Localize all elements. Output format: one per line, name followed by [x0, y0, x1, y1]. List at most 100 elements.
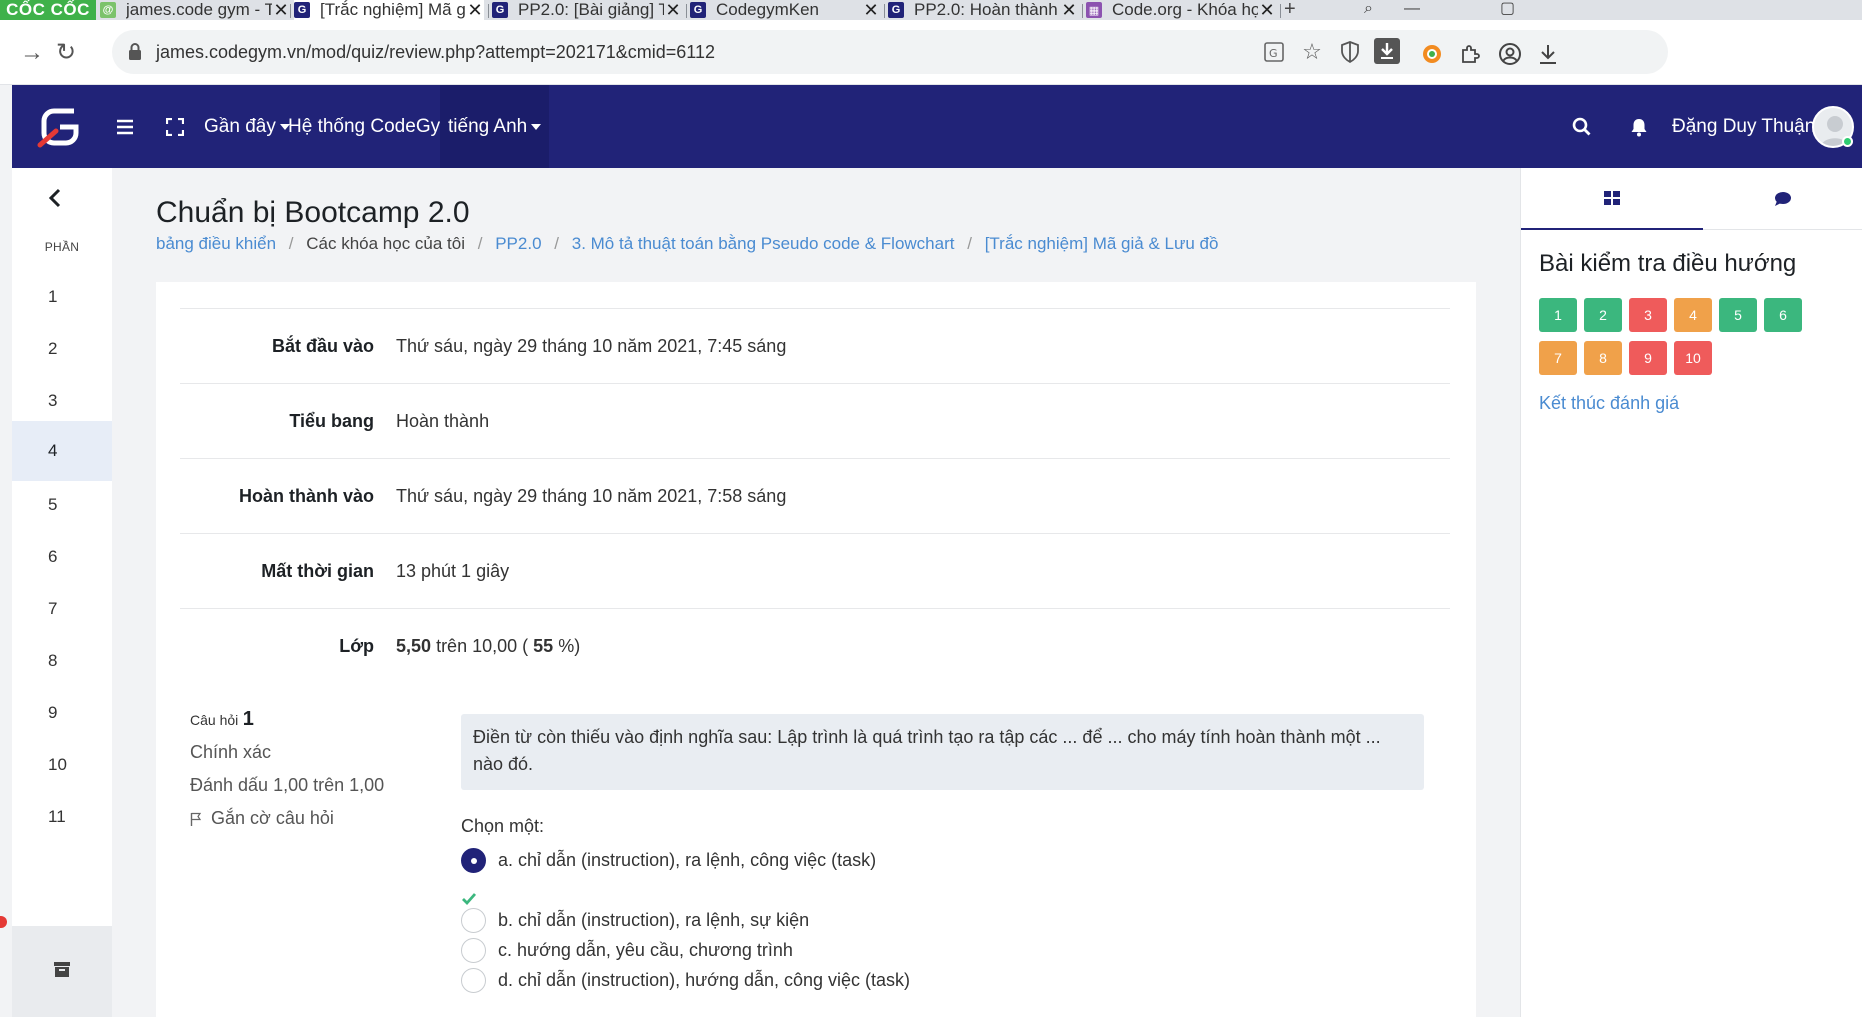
codegym-logo[interactable] — [34, 101, 86, 153]
browser-tab-3[interactable]: G PP2.0: [Bài giảng] Th ✕ — [492, 0, 682, 20]
browser-tab-4[interactable]: G CodegymKen ✕ — [690, 0, 880, 20]
browser-tab-5[interactable]: G PP2.0: Hoàn thành k ✕ — [888, 0, 1078, 20]
archive-icon — [54, 962, 70, 977]
summary-label: Mất thời gian — [261, 561, 374, 581]
section-link-9[interactable]: 9 — [12, 683, 112, 743]
browser-toolbar: → ↻ james.codegym.vn/mod/quiz/review.php… — [0, 20, 1862, 85]
answer-option-b[interactable]: b. chỉ dẫn (instruction), ra lệnh, sự ki… — [461, 906, 809, 934]
grade-out-of: trên 10,00 ( — [436, 636, 529, 656]
quiz-nav-button-6[interactable]: 6 — [1764, 298, 1802, 332]
bell-icon[interactable] — [1630, 85, 1648, 168]
flag-question-link[interactable]: Gắn cờ câu hỏi — [190, 802, 410, 835]
quiz-nav-button-1[interactable]: 1 — [1539, 298, 1577, 332]
finish-review-link[interactable]: Kết thúc đánh giá — [1539, 393, 1679, 414]
quiz-nav-button-5[interactable]: 5 — [1719, 298, 1757, 332]
quiz-review-card: Bắt đầu vào Thứ sáu, ngày 29 tháng 10 nă… — [156, 282, 1476, 1017]
section-link-1[interactable]: 1 — [12, 267, 112, 327]
page-title: Chuẩn bị Bootcamp 2.0 — [156, 196, 470, 229]
summary-row-started: Bắt đầu vào Thứ sáu, ngày 29 tháng 10 nă… — [180, 308, 1450, 383]
summary-label: Lớp — [339, 636, 374, 656]
tab-messages[interactable] — [1703, 168, 1862, 230]
shield-icon[interactable] — [1338, 40, 1362, 64]
answer-option-c[interactable]: c. hướng dẫn, yêu cầu, chương trình — [461, 936, 793, 964]
summary-row-grade: Lớp 5,50 trên 10,00 ( 55 %) — [180, 608, 1450, 683]
breadcrumb-my-courses: Các khóa học của tôi — [306, 234, 466, 253]
reload-icon[interactable]: ↻ — [56, 40, 76, 66]
new-tab-icon[interactable]: + — [1284, 0, 1296, 19]
breadcrumb-separator: / — [967, 234, 972, 253]
answer-radio[interactable] — [461, 937, 486, 963]
quiz-nav-button-10[interactable]: 10 — [1674, 341, 1712, 375]
block-drawer: Bài kiểm tra điều hướng 1 2 3 4 5 6 7 8 … — [1520, 168, 1862, 1017]
section-link-6[interactable]: 6 — [12, 527, 112, 587]
breadcrumb-section[interactable]: 3. Mô tả thuật toán bằng Pseudo code & F… — [572, 234, 955, 253]
section-link-4[interactable]: 4 — [12, 421, 112, 481]
hamburger-icon[interactable] — [116, 85, 134, 168]
answer-option-d[interactable]: d. chỉ dẫn (instruction), hướng dẫn, côn… — [461, 966, 910, 994]
spiral-favicon-icon: @ — [100, 2, 116, 18]
summary-value: Thứ sáu, ngày 29 tháng 10 năm 2021, 7:58… — [396, 486, 787, 506]
quiz-nav-button-9[interactable]: 9 — [1629, 341, 1667, 375]
archive-button[interactable] — [12, 926, 112, 1017]
downloads-icon[interactable] — [1536, 42, 1560, 66]
question-heading: Câu hỏi — [190, 712, 239, 728]
tab-blocks[interactable] — [1521, 168, 1703, 230]
question-text: Điền từ còn thiếu vào định nghĩa sau: Lậ… — [461, 714, 1424, 790]
chat-icon — [1775, 191, 1791, 206]
section-link-7[interactable]: 7 — [12, 579, 112, 639]
tab-separator — [1280, 4, 1281, 18]
breadcrumb-course[interactable]: PP2.0 — [495, 234, 541, 253]
breadcrumb-separator: / — [554, 234, 559, 253]
close-tab-icon[interactable]: ✕ — [1060, 0, 1078, 20]
quiz-nav-button-7[interactable]: 7 — [1539, 341, 1577, 375]
tab-separator — [488, 4, 489, 18]
recent-menu[interactable]: Gần đây — [204, 85, 290, 168]
breadcrumb-separator: / — [477, 234, 483, 253]
user-name[interactable]: Đặng Duy Thuận — [1672, 85, 1815, 168]
quiz-nav-button-2[interactable]: 2 — [1584, 298, 1622, 332]
close-tab-icon[interactable]: ✕ — [862, 0, 880, 20]
chevron-left-icon[interactable] — [48, 188, 62, 208]
answer-radio[interactable] — [461, 967, 486, 993]
search-icon[interactable] — [1572, 85, 1591, 168]
extensions-puzzle-icon[interactable] — [1458, 42, 1482, 66]
profile-icon[interactable] — [1498, 42, 1522, 66]
answer-option-a[interactable]: a. chỉ dẫn (instruction), ra lệnh, công … — [461, 846, 876, 874]
section-link-5[interactable]: 5 — [12, 475, 112, 535]
download-page-icon[interactable] — [1374, 38, 1400, 64]
minimize-icon[interactable]: — — [1404, 0, 1420, 18]
section-link-8[interactable]: 8 — [12, 631, 112, 691]
bookmark-star-icon[interactable]: ☆ — [1300, 39, 1324, 64]
section-link-10[interactable]: 10 — [12, 735, 112, 795]
close-tab-icon[interactable]: ✕ — [272, 0, 290, 20]
quiz-nav-button-4[interactable]: 4 — [1674, 298, 1712, 332]
translate-icon[interactable]: G — [1262, 40, 1286, 64]
quiz-nav-button-8[interactable]: 8 — [1584, 341, 1622, 375]
forward-icon[interactable]: → — [20, 40, 44, 66]
close-tab-icon[interactable]: ✕ — [664, 0, 682, 20]
close-tab-icon[interactable]: ✕ — [466, 0, 484, 20]
summary-value: 13 phút 1 giây — [396, 561, 510, 581]
section-link-2[interactable]: 2 — [12, 319, 112, 379]
tab-separator — [686, 4, 687, 18]
summary-label: Hoàn thành vào — [238, 486, 374, 506]
tab-search-icon[interactable]: ⌕ — [1364, 0, 1373, 18]
close-tab-icon[interactable]: ✕ — [1258, 0, 1276, 20]
browser-tab-1[interactable]: @ james.code gym - Ti ✕ — [100, 0, 290, 20]
browser-tab-2[interactable]: G [Trắc nghiệm] Mã gi ✕ — [294, 0, 484, 20]
breadcrumb-dashboard[interactable]: bảng điều khiển — [156, 234, 276, 253]
quiz-nav-button-3[interactable]: 3 — [1629, 298, 1667, 332]
summary-row-state: Tiểu bang Hoàn thành — [180, 383, 1450, 458]
browser-brand-logo: CỐC CỐC — [0, 0, 96, 20]
codegym-favicon-icon: G — [888, 2, 904, 18]
coccoc-extension-icon[interactable] — [1420, 42, 1444, 66]
answer-radio[interactable] — [461, 907, 486, 933]
maximize-icon[interactable]: ▢ — [1500, 0, 1515, 18]
fullscreen-icon[interactable] — [165, 85, 185, 168]
browser-tab-6[interactable]: ▦ Code.org - Khóa học ✕ — [1086, 0, 1276, 20]
answer-radio[interactable] — [461, 847, 486, 873]
breadcrumb-quiz[interactable]: [Trắc nghiệm] Mã giả & Lưu đồ — [985, 234, 1219, 253]
section-link-11[interactable]: 11 — [12, 787, 112, 847]
language-menu[interactable]: tiếng Anh — [440, 85, 550, 168]
summary-value: Thứ sáu, ngày 29 tháng 10 năm 2021, 7:45… — [396, 336, 787, 356]
